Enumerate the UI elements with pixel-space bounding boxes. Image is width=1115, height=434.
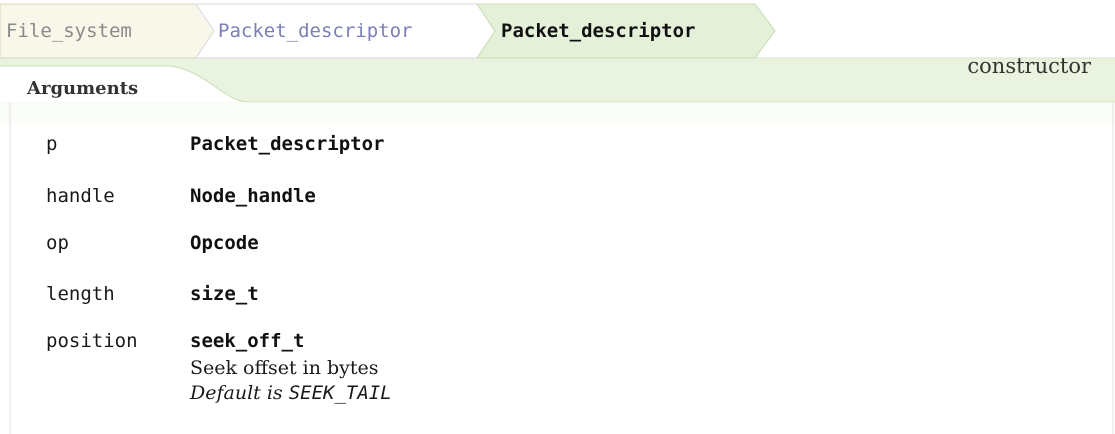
member-kind-label: constructor xyxy=(967,54,1091,78)
argument-default-prefix: Default is xyxy=(190,382,283,404)
argument-default-value: SEEK_TAIL xyxy=(288,382,392,404)
argument-type: Packet_descriptor xyxy=(190,133,385,155)
argument-default: Default is SEEK_TAIL xyxy=(190,381,392,405)
header-band xyxy=(0,58,1115,102)
argument-type: Opcode xyxy=(190,232,259,254)
argument-name: length xyxy=(46,283,115,305)
section-title: Arguments xyxy=(27,78,139,99)
argument-type: size_t xyxy=(190,283,259,305)
argument-type: seek_off_t xyxy=(190,330,305,352)
header-background xyxy=(0,3,1115,434)
breadcrumb-parent[interactable]: Packet_descriptor xyxy=(218,19,412,43)
argument-name: position xyxy=(46,330,138,352)
argument-type: Node_handle xyxy=(190,185,316,207)
breadcrumb-root[interactable]: File_system xyxy=(6,19,132,43)
argument-name: handle xyxy=(46,185,115,207)
documentation-page: File_system Packet_descriptor Packet_des… xyxy=(0,0,1115,434)
argument-name: op xyxy=(46,232,69,254)
breadcrumb-current: Packet_descriptor xyxy=(501,20,696,42)
argument-description: Seek offset in bytes xyxy=(190,357,379,379)
argument-name: p xyxy=(46,133,58,155)
